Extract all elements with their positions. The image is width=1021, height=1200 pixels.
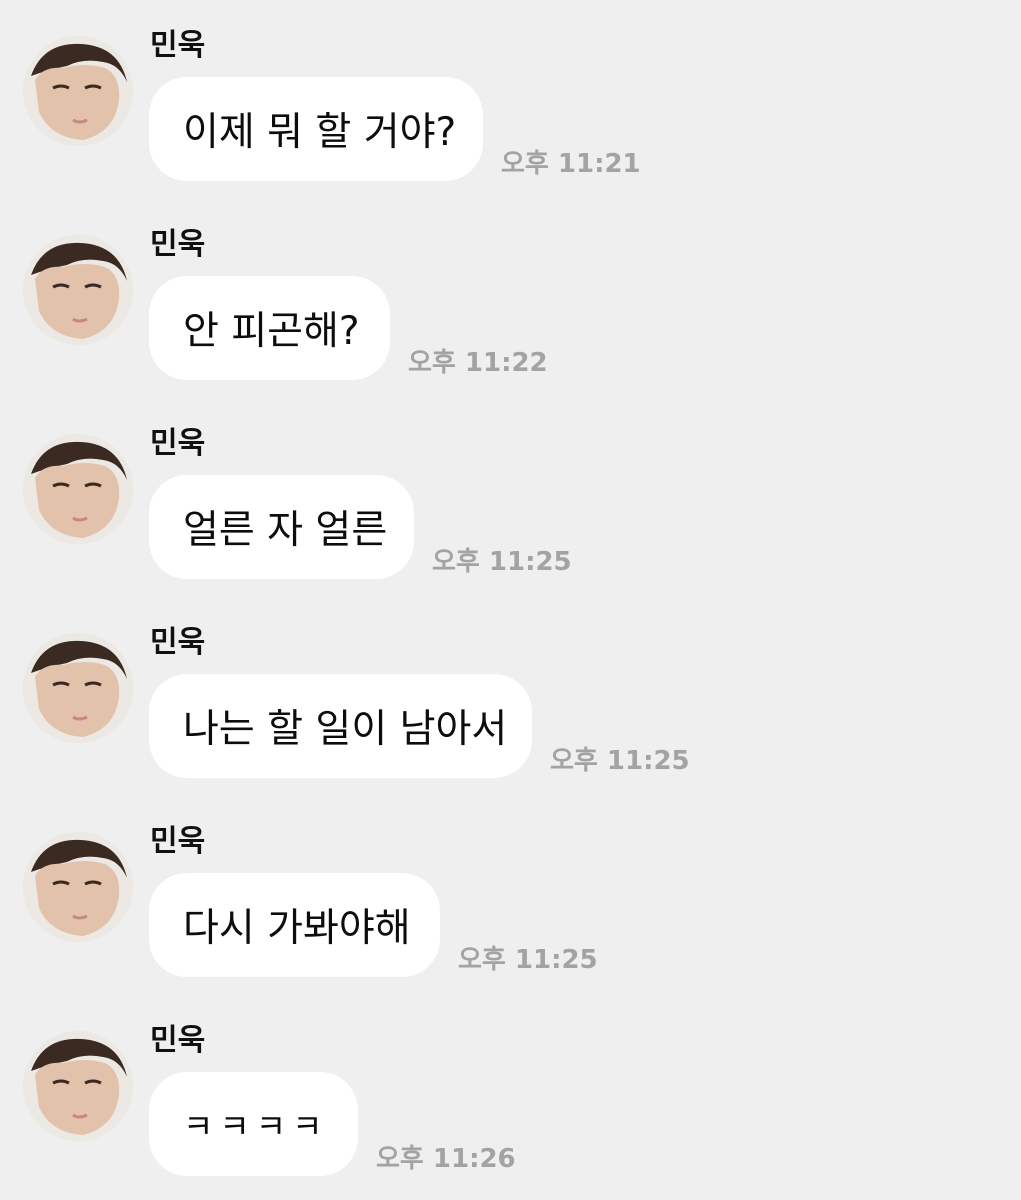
sender-name: 민욱 <box>150 824 206 859</box>
sender-avatar[interactable] <box>23 36 133 146</box>
message-bubble[interactable]: 얼른 자 얼른 <box>149 475 414 579</box>
profile-photo-icon <box>23 1031 133 1141</box>
message-bubble[interactable]: 안 피곤해? <box>149 276 390 380</box>
profile-photo-icon <box>23 434 133 544</box>
sender-avatar[interactable] <box>23 633 133 743</box>
message-bubble[interactable]: ㅋㅋㅋㅋ <box>149 1072 358 1176</box>
message-timestamp: 오후 11:21 <box>501 149 641 179</box>
sender-avatar[interactable] <box>23 832 133 942</box>
message-bubble[interactable]: 이제 뭐 할 거야? <box>149 77 483 181</box>
profile-photo-icon <box>23 235 133 345</box>
message-timestamp: 오후 11:22 <box>408 348 548 378</box>
message-timestamp: 오후 11:26 <box>376 1144 516 1174</box>
message-row: 민욱 나는 할 일이 남아서 오후 11:25 <box>0 597 1021 797</box>
message-row: 민욱 ㅋㅋㅋㅋ 오후 11:26 <box>0 995 1021 1195</box>
message-row: 민욱 얼른 자 얼른 오후 11:25 <box>0 398 1021 598</box>
chat-message-list: 민욱 이제 뭐 할 거야? 오후 11:21 민욱 안 피곤해? 오후 11:2… <box>0 0 1021 1200</box>
sender-avatar[interactable] <box>23 235 133 345</box>
message-row: 민욱 다시 가봐야해 오후 11:25 <box>0 796 1021 996</box>
message-row: 민욱 안 피곤해? 오후 11:22 <box>0 199 1021 399</box>
sender-name: 민욱 <box>150 426 206 461</box>
message-timestamp: 오후 11:25 <box>550 746 690 776</box>
profile-photo-icon <box>23 633 133 743</box>
sender-name: 민욱 <box>150 625 206 660</box>
sender-avatar[interactable] <box>23 434 133 544</box>
sender-name: 민욱 <box>150 28 206 63</box>
message-row: 민욱 이제 뭐 할 거야? 오후 11:21 <box>0 0 1021 200</box>
message-bubble[interactable]: 나는 할 일이 남아서 <box>149 674 532 778</box>
profile-photo-icon <box>23 36 133 146</box>
sender-name: 민욱 <box>150 227 206 262</box>
sender-name: 민욱 <box>150 1023 206 1058</box>
message-timestamp: 오후 11:25 <box>458 945 598 975</box>
message-timestamp: 오후 11:25 <box>432 547 572 577</box>
sender-avatar[interactable] <box>23 1031 133 1141</box>
message-bubble[interactable]: 다시 가봐야해 <box>149 873 440 977</box>
profile-photo-icon <box>23 832 133 942</box>
